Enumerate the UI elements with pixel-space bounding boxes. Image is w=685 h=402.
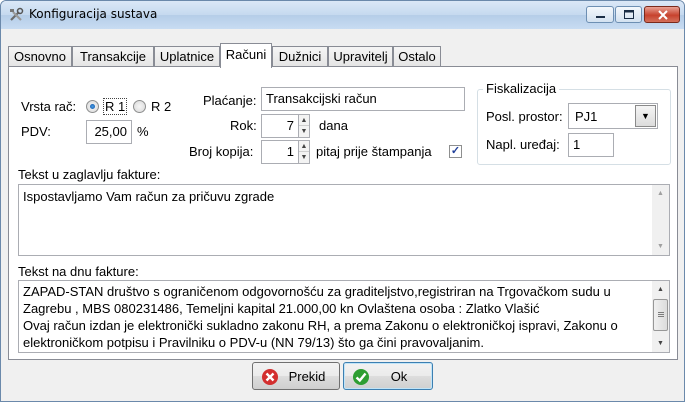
footer-line: Zagrebu , MBS 080231486, Temeljni kapita… <box>23 301 540 316</box>
cancel-button-label: Prekid <box>288 369 326 384</box>
radio-r1[interactable] <box>86 100 99 113</box>
tools-icon <box>10 7 24 21</box>
footer-line: Ovaj račun izdan je elektronički sukladn… <box>23 318 618 333</box>
rok-stepper[interactable]: ▲ ▼ <box>298 114 310 138</box>
header-scrollbar[interactable]: ▲ ▼ <box>652 185 669 255</box>
footer-line: elektroničkom potpisu i Pravilniku o PDV… <box>23 335 484 350</box>
radio-r2[interactable] <box>133 100 146 113</box>
config-window: Konfiguracija sustava Osnovno Transakcij… <box>0 0 685 402</box>
footer-scrollbar[interactable]: ▲ ▼ <box>652 281 669 352</box>
minimize-icon <box>596 16 605 18</box>
ok-button-label: Ok <box>390 369 408 384</box>
placanje-label: Plaćanje: <box>203 93 257 108</box>
tab-racuni[interactable]: Računi <box>220 43 272 68</box>
grip-line <box>658 314 664 315</box>
rok-label: Rok: <box>230 118 257 133</box>
maximize-button[interactable] <box>615 6 642 23</box>
footer-line: ZAPAD-STAN društvo s ograničenom odgovor… <box>23 284 611 299</box>
footer-textarea-content: ZAPAD-STAN društvo s ograničenom odgovor… <box>23 283 649 351</box>
placanje-input[interactable]: Transakcijski račun <box>261 87 465 111</box>
radio-selected-dot <box>90 104 95 109</box>
napl-uredaj-label: Napl. uređaj: <box>486 137 560 152</box>
rok-input[interactable]: 7 <box>261 114 299 138</box>
title-bar[interactable]: Konfiguracija sustava <box>1 1 684 29</box>
pitaj-label: pitaj prije štampanja <box>316 144 432 159</box>
scroll-down-icon[interactable]: ▼ <box>652 238 669 255</box>
radio-r1-label[interactable]: R 1 <box>102 98 128 115</box>
header-textarea[interactable]: Ispostavljamo Vam račun za pričuvu zgrad… <box>18 184 670 256</box>
tab-ostalo[interactable]: Ostalo <box>393 46 441 67</box>
tab-duznici[interactable]: Dužnici <box>272 46 328 67</box>
tab-osnovno[interactable]: Osnovno <box>8 46 72 67</box>
napl-uredaj-input[interactable]: 1 <box>568 133 614 157</box>
posl-prostor-value: PJ1 <box>575 109 598 124</box>
scroll-thumb[interactable] <box>653 299 668 331</box>
maximize-icon <box>624 10 634 19</box>
window-title: Konfiguracija sustava <box>29 7 158 21</box>
pdv-input[interactable]: 25,00 <box>86 120 132 144</box>
tab-uplatnice[interactable]: Uplatnice <box>154 46 220 67</box>
broj-kopija-stepper[interactable]: ▲ ▼ <box>298 140 310 164</box>
broj-kopija-input[interactable]: 1 <box>261 140 299 164</box>
footer-textarea[interactable]: ZAPAD-STAN društvo s ograničenom odgovor… <box>18 280 670 353</box>
grip-line <box>658 312 664 313</box>
cancel-button[interactable]: Prekid <box>252 362 340 390</box>
spin-down-icon[interactable]: ▼ <box>299 126 309 137</box>
rok-unit: dana <box>319 118 348 133</box>
scroll-down-icon[interactable]: ▼ <box>652 335 669 352</box>
scroll-up-icon[interactable]: ▲ <box>652 185 669 202</box>
broj-kopija-label: Broj kopija: <box>189 144 254 159</box>
spin-up-icon[interactable]: ▲ <box>299 141 309 152</box>
tab-upravitelj[interactable]: Upravitelj <box>328 46 393 67</box>
spin-down-icon[interactable]: ▼ <box>299 152 309 163</box>
footer-text-label: Tekst na dnu fakture: <box>18 264 139 279</box>
fiskalizacija-title: Fiskalizacija <box>483 81 560 96</box>
close-icon <box>658 10 668 20</box>
tab-panel-racuni: Vrsta rač: R 1 R 2 PDV: 25,00 % Plaćanje… <box>8 66 678 360</box>
pitaj-checkbox[interactable]: ✓ <box>449 145 462 158</box>
header-text-label: Tekst u zaglavlju fakture: <box>18 167 161 182</box>
header-textarea-content: Ispostavljamo Vam račun za pričuvu zgrad… <box>23 189 275 204</box>
tab-transakcije[interactable]: Transakcije <box>72 46 154 67</box>
close-button[interactable] <box>644 6 680 23</box>
radio-r2-label[interactable]: R 2 <box>151 99 171 114</box>
ok-button[interactable]: Ok <box>343 362 433 390</box>
chevron-down-icon[interactable]: ▼ <box>635 105 656 127</box>
posl-prostor-select[interactable]: PJ1 ▼ <box>568 103 658 129</box>
minimize-button[interactable] <box>586 6 614 23</box>
grip-line <box>658 316 664 317</box>
pdv-label: PDV: <box>21 124 51 139</box>
spin-up-icon[interactable]: ▲ <box>299 115 309 126</box>
pdv-unit: % <box>137 124 149 139</box>
scroll-up-icon[interactable]: ▲ <box>652 281 669 298</box>
vrsta-label: Vrsta rač: <box>21 99 77 114</box>
posl-prostor-label: Posl. prostor: <box>486 109 563 124</box>
